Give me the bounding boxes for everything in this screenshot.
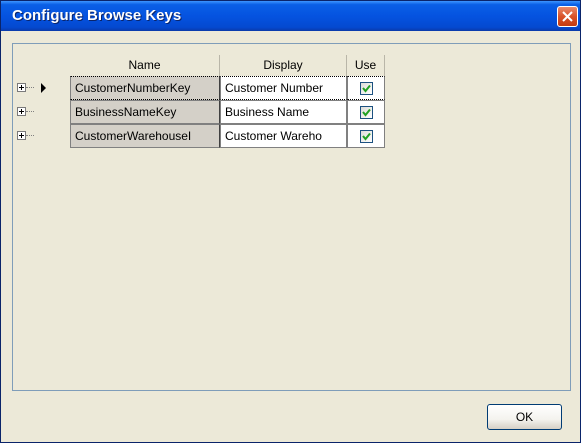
name-cell[interactable]: CustomerNumberKey <box>70 76 220 100</box>
configure-browse-keys-dialog: Configure Browse Keys Name Display Use C… <box>0 0 581 443</box>
expand-plus-icon[interactable] <box>17 83 26 92</box>
use-cell[interactable] <box>347 124 385 148</box>
display-cell[interactable]: Customer Number <box>220 76 347 100</box>
display-cell[interactable]: Customer Wareho <box>220 124 347 148</box>
expand-plus-icon[interactable] <box>17 107 26 116</box>
checkmark-icon <box>361 108 371 117</box>
use-checkbox[interactable] <box>359 82 373 95</box>
dialog-title: Configure Browse Keys <box>12 7 182 24</box>
title-bar[interactable]: Configure Browse Keys <box>1 1 580 31</box>
close-button[interactable] <box>557 6 578 27</box>
ok-button[interactable]: OK <box>487 404 562 430</box>
checkmark-icon <box>361 132 371 141</box>
tree-connector <box>26 87 34 88</box>
use-cell[interactable] <box>347 100 385 124</box>
checkmark-icon <box>361 84 371 93</box>
table-row[interactable]: CustomerWarehouseI Customer Wareho <box>13 124 388 148</box>
column-header-display[interactable]: Display <box>220 55 347 76</box>
column-header-name[interactable]: Name <box>70 55 220 76</box>
name-cell[interactable]: CustomerWarehouseI <box>70 124 220 148</box>
current-row-arrow-icon <box>41 83 46 93</box>
use-checkbox[interactable] <box>359 106 373 119</box>
column-header-use[interactable]: Use <box>347 55 385 76</box>
expand-plus-icon[interactable] <box>17 131 26 140</box>
tree-connector <box>26 111 34 112</box>
table-row[interactable]: BusinessNameKey Business Name <box>13 100 388 124</box>
display-cell[interactable]: Business Name <box>220 100 347 124</box>
use-cell[interactable] <box>347 76 385 100</box>
tree-connector <box>26 135 34 136</box>
name-cell[interactable]: BusinessNameKey <box>70 100 220 124</box>
close-icon <box>562 11 573 22</box>
table-row[interactable]: CustomerNumberKey Customer Number <box>13 76 388 100</box>
use-checkbox[interactable] <box>359 130 373 143</box>
